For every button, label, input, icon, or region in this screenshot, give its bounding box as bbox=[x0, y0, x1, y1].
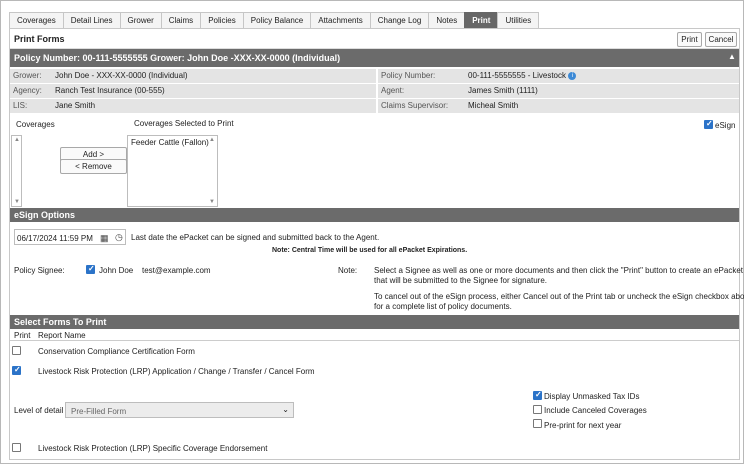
scroll-down-icon[interactable]: ▼ bbox=[209, 199, 215, 205]
panel-titlebar: Print Forms Print Cancel bbox=[10, 29, 739, 49]
agent-label: Agent: bbox=[378, 84, 468, 98]
col-print-header: Print bbox=[14, 331, 31, 340]
esign-options-bar: eSign Options bbox=[10, 208, 739, 222]
select-forms-title: Select Forms To Print bbox=[14, 317, 107, 327]
tab-notes[interactable]: Notes bbox=[428, 12, 466, 28]
info-row-lis: LIS: Jane Smith Claims Supervisor: Miche… bbox=[10, 99, 739, 113]
scroll-down-icon[interactable]: ▼ bbox=[14, 199, 20, 205]
policy-number-text: 00-111-5555555 - Livestock bbox=[468, 71, 566, 80]
select-forms-bar: Select Forms To Print bbox=[10, 315, 739, 329]
agent-value: James Smith (1111) bbox=[468, 84, 739, 98]
esign-date-input[interactable]: 06/17/2024 11:59 PM ▦ ◷ bbox=[14, 229, 126, 245]
tab-policies[interactable]: Policies bbox=[200, 12, 244, 28]
level-of-detail-select[interactable]: Pre-Filled Form ⌄ bbox=[65, 402, 294, 418]
preprint-next-year-checkbox[interactable] bbox=[533, 419, 542, 428]
level-of-detail-value: Pre-Filled Form bbox=[71, 407, 127, 416]
table-divider bbox=[10, 340, 739, 341]
policy-number-label: Policy Number: bbox=[378, 69, 468, 83]
coverages-selected-label: Coverages Selected to Print bbox=[134, 119, 234, 128]
note-label: Note: bbox=[338, 266, 358, 275]
triangle-up-icon[interactable]: ▲ bbox=[728, 52, 736, 61]
tab-print[interactable]: Print bbox=[464, 12, 499, 28]
clock-icon[interactable]: ◷ bbox=[115, 232, 123, 243]
form-name-3: Livestock Risk Protection (LRP) Specific… bbox=[38, 444, 268, 453]
central-time-note: Note: Central Time will be used for all … bbox=[272, 247, 468, 254]
col-report-header: Report Name bbox=[38, 331, 86, 340]
window-frame: Coverages Detail Lines Grower Claims Pol… bbox=[0, 0, 744, 464]
note-line-4: for a complete list of policy documents. bbox=[374, 302, 512, 311]
scroll-up-icon[interactable]: ▲ bbox=[209, 137, 215, 143]
form-name-1: Conservation Compliance Certification Fo… bbox=[38, 347, 195, 356]
chevron-down-icon: ⌄ bbox=[282, 405, 289, 414]
form-name-2: Livestock Risk Protection (LRP) Applicat… bbox=[38, 367, 315, 376]
form-checkbox-2[interactable] bbox=[12, 365, 21, 375]
tab-policy-balance[interactable]: Policy Balance bbox=[242, 12, 312, 28]
policy-header-bar: Policy Number: 00-111-5555555 Grower: Jo… bbox=[10, 49, 739, 67]
print-button[interactable]: Print bbox=[677, 32, 702, 47]
info-row-agency: Agency: Ranch Test Insurance (00-555) Ag… bbox=[10, 84, 739, 98]
selected-coverages-list[interactable]: Feeder Cattle (Fallon) ▲ ▼ bbox=[127, 135, 218, 207]
agency-label: Agency: bbox=[10, 84, 55, 98]
tab-change-log[interactable]: Change Log bbox=[369, 12, 430, 28]
policy-number-value: 00-111-5555555 - Livestock i bbox=[468, 69, 739, 83]
tab-utilities[interactable]: Utilities bbox=[497, 12, 540, 28]
tab-detail-lines[interactable]: Detail Lines bbox=[62, 12, 121, 28]
esign-checkbox[interactable] bbox=[704, 119, 713, 129]
coverages-label: Coverages bbox=[16, 120, 55, 129]
policy-signee-label: Policy Signee: bbox=[14, 266, 65, 275]
canceled-coverages-label: Include Canceled Coverages bbox=[544, 406, 647, 415]
coverages-list[interactable]: ▲ ▼ bbox=[11, 135, 22, 207]
tab-coverages[interactable]: Coverages bbox=[9, 12, 64, 28]
preprint-next-year-label: Pre-print for next year bbox=[544, 421, 622, 430]
unmasked-tax-ids-checkbox[interactable] bbox=[533, 390, 542, 400]
signee-name: John Doe bbox=[99, 266, 134, 275]
grower-value: John Doe - XXX-XX-0000 (Individual) bbox=[55, 69, 376, 83]
claims-supervisor-label: Claims Supervisor: bbox=[378, 99, 468, 113]
esign-date-description: Last date the ePacket can be signed and … bbox=[131, 233, 380, 242]
lis-label: LIS: bbox=[10, 99, 55, 113]
esign-label: eSign bbox=[715, 121, 736, 130]
signee-checkbox[interactable] bbox=[86, 264, 95, 274]
canceled-coverages-checkbox[interactable] bbox=[533, 405, 542, 414]
agency-value: Ranch Test Insurance (00-555) bbox=[55, 84, 376, 98]
note-line-3: To cancel out of the eSign process, eith… bbox=[374, 292, 744, 301]
note-line-1: Select a Signee as well as one or more d… bbox=[374, 266, 743, 275]
signee-email: test@example.com bbox=[142, 266, 211, 275]
tab-bar: Coverages Detail Lines Grower Claims Pol… bbox=[9, 12, 540, 28]
claims-supervisor-value: Micheal Smith bbox=[468, 99, 739, 113]
level-of-detail-label: Level of detail bbox=[14, 406, 64, 415]
calendar-icon[interactable]: ▦ bbox=[100, 233, 109, 244]
grower-label: Grower: bbox=[10, 69, 55, 83]
lis-value: Jane Smith bbox=[55, 99, 376, 113]
info-icon[interactable]: i bbox=[568, 71, 577, 80]
tab-claims[interactable]: Claims bbox=[160, 12, 202, 28]
remove-coverage-button[interactable]: < Remove bbox=[60, 159, 127, 174]
form-checkbox-3[interactable] bbox=[12, 443, 21, 452]
tab-grower[interactable]: Grower bbox=[119, 12, 162, 28]
unmasked-tax-ids-label: Display Unmasked Tax IDs bbox=[544, 392, 640, 401]
info-row-grower: Grower: John Doe - XXX-XX-0000 (Individu… bbox=[10, 69, 739, 83]
selected-coverage-item[interactable]: Feeder Cattle (Fallon) bbox=[131, 138, 209, 147]
policy-header-text: Policy Number: 00-111-5555555 Grower: Jo… bbox=[14, 53, 341, 63]
esign-date-value: 06/17/2024 11:59 PM bbox=[17, 234, 93, 243]
scroll-up-icon[interactable]: ▲ bbox=[14, 137, 20, 143]
form-checkbox-1[interactable] bbox=[12, 346, 21, 355]
panel-title: Print Forms bbox=[14, 34, 65, 44]
tab-attachments[interactable]: Attachments bbox=[310, 12, 371, 28]
note-line-2: that will be submitted to the Signee for… bbox=[374, 276, 547, 285]
esign-options-title: eSign Options bbox=[14, 210, 76, 220]
print-forms-panel: Print Forms Print Cancel Policy Number: … bbox=[9, 28, 744, 460]
cancel-button[interactable]: Cancel bbox=[705, 32, 737, 47]
